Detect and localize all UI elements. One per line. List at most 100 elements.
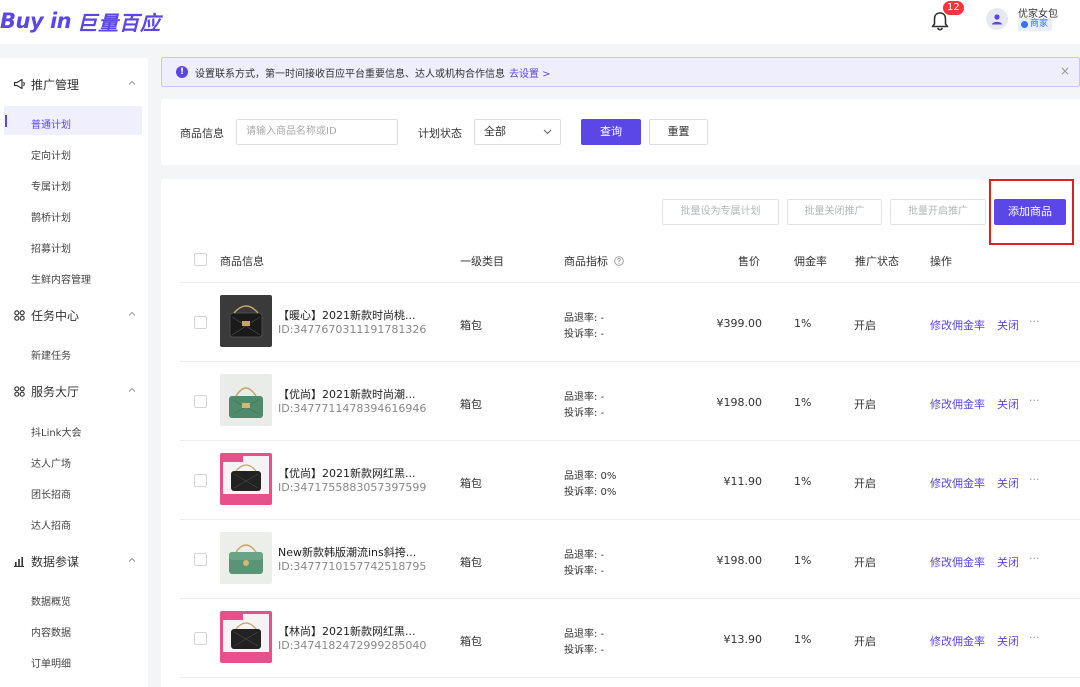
row-checkbox[interactable] (194, 632, 207, 645)
logo-latin-text: Buy in (0, 9, 72, 33)
edit-commission-link[interactable]: 修改佣金率 (930, 633, 985, 649)
complaint-rate: 投诉率: 0% (564, 487, 617, 498)
product-price: ¥13.90 (723, 633, 763, 646)
more-actions-icon[interactable]: ··· (1029, 394, 1040, 407)
column-header-status: 推广状态 (855, 255, 899, 268)
row-checkbox[interactable] (194, 474, 207, 487)
row-divider (180, 677, 1080, 678)
row-checkbox[interactable] (194, 395, 207, 408)
product-thumbnail[interactable] (220, 295, 272, 347)
promotion-status: 开启 (854, 477, 876, 490)
product-category: 箱包 (460, 398, 482, 411)
sidebar-item-bridge-plan[interactable]: 鹊桥计划 (31, 209, 71, 224)
product-name[interactable]: 【暖心】2021新款时尚桃... (278, 307, 415, 323)
select-all-checkbox[interactable] (194, 253, 207, 266)
return-rate: 品退率: 0% (564, 471, 617, 482)
sidebar-group-label: 数据参谋 (31, 554, 80, 569)
info-icon: ! (176, 66, 188, 78)
sidebar-item-recruit-plan[interactable]: 招募计划 (31, 240, 71, 255)
batch-close-button[interactable]: 批量关闭推广 (787, 199, 882, 225)
row-checkbox[interactable] (194, 316, 207, 329)
product-name[interactable]: 【林尚】2021新款网红黑... (278, 623, 415, 639)
sidebar-item-exclusive-plan[interactable]: 专属计划 (31, 178, 71, 193)
product-thumbnail[interactable] (220, 532, 272, 584)
sidebar-item-content-data[interactable]: 内容数据 (31, 624, 71, 639)
column-header-price: 售价 (738, 255, 760, 268)
close-promotion-link[interactable]: 关闭 (997, 633, 1019, 649)
column-header-category: 一级类目 (460, 255, 504, 268)
table-row: 【暖心】2021新款时尚桃... ID:3477670311191781326 … (180, 282, 1080, 361)
close-icon[interactable]: × (1060, 64, 1070, 78)
reset-button[interactable]: 重置 (649, 119, 708, 145)
plan-status-select[interactable]: 全部 (474, 119, 561, 145)
product-name[interactable]: New新款韩版潮流ins斜挎... (278, 544, 416, 560)
bar-chart-icon (12, 554, 26, 568)
product-name[interactable]: 【优尚】2021新款时尚潮... (278, 386, 415, 402)
column-header-metrics: 商品指标 (564, 253, 624, 269)
chevron-down-icon (543, 129, 552, 135)
grid-icon (12, 308, 26, 322)
sidebar-item-new-task[interactable]: 新建任务 (31, 347, 71, 362)
product-category: 箱包 (460, 635, 482, 648)
product-price: ¥399.00 (716, 317, 763, 330)
sidebar-item-normal-plan[interactable]: 普通计划 (31, 116, 71, 131)
sidebar-group-data[interactable]: 数据参谋 (0, 550, 148, 572)
commission-rate: 1% (794, 317, 812, 330)
edit-commission-link[interactable]: 修改佣金率 (930, 554, 985, 570)
sidebar-item-leader-recruit[interactable]: 团长招商 (31, 486, 71, 501)
edit-commission-link[interactable]: 修改佣金率 (930, 396, 985, 412)
chevron-up-icon (128, 80, 136, 85)
product-search-input[interactable]: 请输入商品名称或ID (236, 119, 398, 145)
promotion-status: 开启 (854, 398, 876, 411)
sidebar-group-task-center[interactable]: 任务中心 (0, 304, 148, 326)
edit-commission-link[interactable]: 修改佣金率 (930, 475, 985, 491)
table-row: New新款韩版潮流ins斜挎... ID:3477710157742518795… (180, 519, 1080, 598)
notice-settings-link[interactable]: 去设置 > (509, 69, 551, 80)
product-price: ¥198.00 (716, 554, 763, 567)
batch-open-button[interactable]: 批量开启推广 (890, 199, 986, 225)
batch-exclusive-button[interactable]: 批量设为专属计划 (662, 199, 779, 225)
product-category: 箱包 (460, 477, 482, 490)
query-button[interactable]: 查询 (581, 119, 641, 145)
complaint-rate: 投诉率: - (564, 566, 605, 577)
row-checkbox[interactable] (194, 553, 207, 566)
more-actions-icon[interactable]: ··· (1029, 315, 1040, 328)
plan-status-value: 全部 (484, 125, 506, 138)
more-actions-icon[interactable]: ··· (1029, 631, 1040, 644)
product-category: 箱包 (460, 319, 482, 332)
sidebar-group-promotion[interactable]: 推广管理 (0, 73, 148, 95)
sidebar-item-fresh-content[interactable]: 生鲜内容管理 (31, 271, 91, 286)
return-rate: 品退率: - (564, 550, 605, 561)
complaint-rate: 投诉率: - (564, 645, 605, 656)
notification-badge: 12 (943, 1, 964, 15)
product-name[interactable]: 【优尚】2021新款网红黑... (278, 465, 415, 481)
help-icon[interactable] (613, 256, 624, 266)
edit-commission-link[interactable]: 修改佣金率 (930, 317, 985, 333)
product-category: 箱包 (460, 556, 482, 569)
sidebar-item-order-detail[interactable]: 订单明细 (31, 655, 71, 670)
sidebar-item-directed-plan[interactable]: 定向计划 (31, 147, 71, 162)
product-id: ID:3477670311191781326 (278, 323, 427, 336)
product-id: ID:3474182472999285040 (278, 639, 427, 652)
buyin-logo[interactable]: Buy in 巨量百应 (0, 7, 161, 35)
close-promotion-link[interactable]: 关闭 (997, 317, 1019, 333)
table-row: 【优尚】2021新款网红黑... ID:3471755883057397599 … (180, 440, 1080, 519)
sidebar-item-douyin-link[interactable]: 抖Link大会 (31, 424, 81, 439)
close-promotion-link[interactable]: 关闭 (997, 554, 1019, 570)
table-row: 【优尚】2021新款时尚潮... ID:3477711478394616946 … (180, 361, 1080, 440)
close-promotion-link[interactable]: 关闭 (997, 396, 1019, 412)
sidebar-item-creator-square[interactable]: 达人广场 (31, 455, 71, 470)
product-id: ID:3471755883057397599 (278, 481, 427, 494)
table-row: 【林尚】2021新款网红黑... ID:3474182472999285040 … (180, 598, 1080, 677)
sidebar-item-data-overview[interactable]: 数据概览 (31, 593, 71, 608)
product-thumbnail[interactable] (220, 453, 272, 505)
close-promotion-link[interactable]: 关闭 (997, 475, 1019, 491)
more-actions-icon[interactable]: ··· (1029, 552, 1040, 565)
sidebar-item-creator-recruit[interactable]: 达人招商 (31, 517, 71, 532)
product-thumbnail[interactable] (220, 611, 272, 663)
sidebar-group-service-hall[interactable]: 服务大厅 (0, 380, 148, 402)
column-header-metrics-label: 商品指标 (564, 255, 608, 268)
more-actions-icon[interactable]: ··· (1029, 473, 1040, 486)
product-thumbnail[interactable] (220, 374, 272, 426)
avatar[interactable] (986, 8, 1008, 30)
